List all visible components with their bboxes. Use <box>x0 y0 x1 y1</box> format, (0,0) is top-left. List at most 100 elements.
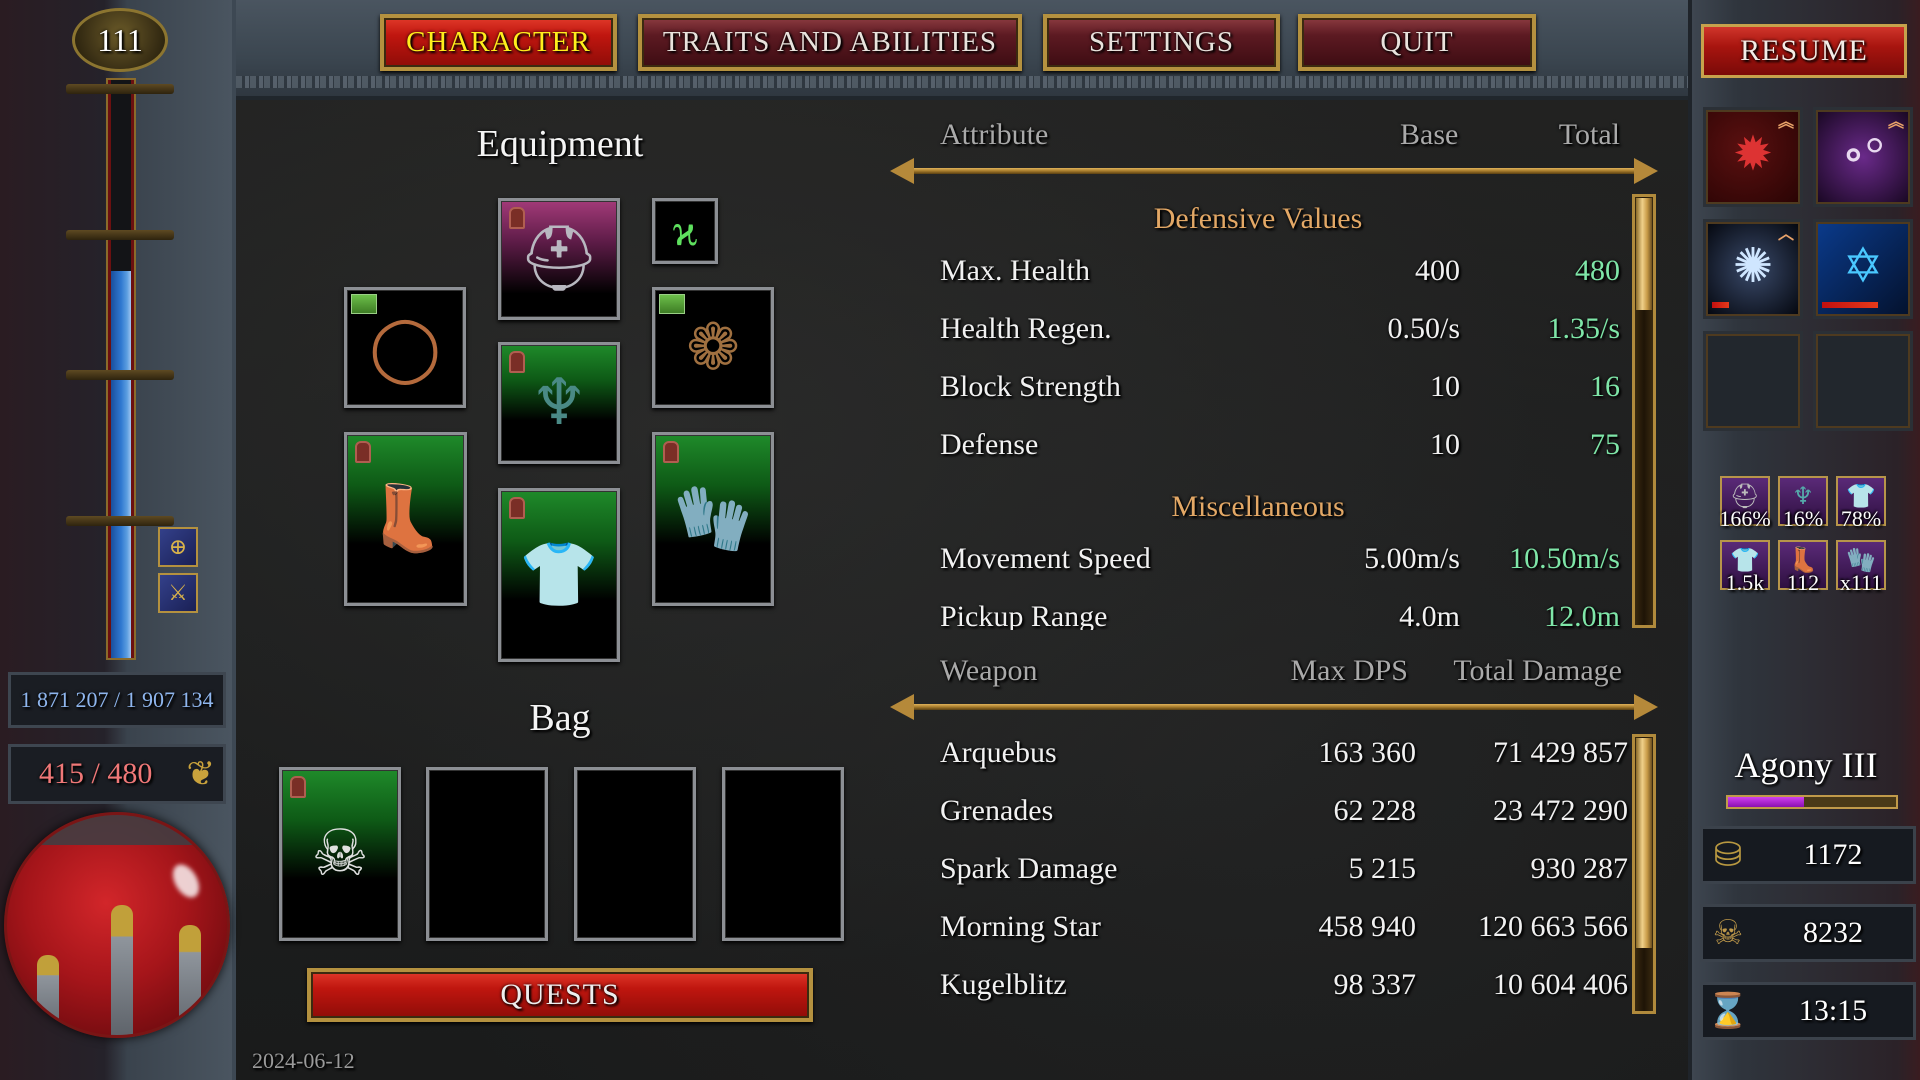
set-bonus-label: 78% <box>1840 506 1882 531</box>
lock-icon <box>509 497 525 519</box>
equipment-slot-boots[interactable]: 👢 <box>344 432 467 606</box>
attribute-base: 10 <box>1430 370 1460 403</box>
heart-icon: ❦ <box>186 756 216 793</box>
weapons-scrollbar[interactable] <box>1632 734 1656 1014</box>
skill-slot-blue-stars[interactable]: ✡ <box>1816 222 1910 316</box>
weapon-max-dps: 458 940 <box>1318 910 1417 943</box>
attribute-name: Health Regen. <box>940 312 1112 345</box>
attribute-row: Max. Health 400 480 <box>940 254 1620 294</box>
equipment-slot-gloves[interactable]: 🧤 <box>652 432 774 606</box>
attribute-total: 10.50m/s <box>1509 542 1620 575</box>
spark-burst-icon: ✺ <box>1732 240 1774 293</box>
attribute-column-header: Attribute <box>940 118 1049 151</box>
helmet-icon: ⛑ <box>518 223 600 294</box>
attribute-row: Movement Speed 5.00m/s 10.50m/s <box>940 542 1620 582</box>
equipment-slot-relic[interactable]: ϰ <box>652 198 718 264</box>
weapons-scrollbar-thumb[interactable] <box>1636 738 1652 948</box>
right-side-panel: RESUME ✹ ︽ ∘° ︽ ✺ ︿ ✡ ⛑ ♆ 👕 👕 👢 🧤 166% 1… <box>1688 0 1920 1080</box>
attribute-name: Movement Speed <box>940 542 1151 575</box>
attribute-name: Pickup Range <box>940 600 1108 630</box>
tab-settings[interactable]: SETTINGS <box>1043 14 1280 71</box>
bag-slot-4[interactable] <box>722 767 844 941</box>
attribute-base: 4.0m <box>1399 600 1460 630</box>
weapon-name: Kugelblitz <box>940 968 1067 1001</box>
new-item-icon <box>659 294 685 314</box>
bag-slot-3[interactable] <box>574 767 696 941</box>
blue-stars-icon: ✡ <box>1842 240 1884 293</box>
gold-coins-icon: ⛁ <box>1713 837 1743 874</box>
total-damage-column-header: Total Damage <box>1453 654 1622 687</box>
set-bonus-label: 166% <box>1719 506 1771 531</box>
attributes-scrollbar-thumb[interactable] <box>1636 198 1652 310</box>
morning-star-icon: ✹ <box>1732 128 1774 181</box>
lock-icon <box>290 776 306 798</box>
weapon-max-dps: 62 228 <box>1333 794 1417 827</box>
difficulty-progress-fill <box>1728 797 1804 807</box>
skull-icon: ☠ <box>1712 915 1744 952</box>
attribute-total: 12.0m <box>1544 600 1620 630</box>
gloves-icon: 🧤 <box>673 483 753 554</box>
amulet-icon: ♆ <box>530 367 588 438</box>
attribute-total: 1.35/s <box>1547 312 1620 345</box>
quests-button[interactable]: QUESTS <box>307 968 813 1022</box>
set-bonus-label: 112 <box>1786 570 1820 595</box>
header-divider <box>890 158 1658 184</box>
gold-counter: ⛁ 1172 <box>1700 826 1916 884</box>
weapon-max-dps: 98 337 <box>1333 968 1417 1001</box>
timer: ⌛ 13:15 <box>1700 982 1916 1040</box>
date-label: 2024-06-12 <box>252 1048 355 1073</box>
new-item-icon <box>351 294 377 314</box>
quit-button[interactable]: QUIT <box>1298 14 1536 71</box>
attributes-scrollbar[interactable] <box>1632 194 1656 628</box>
weapon-name: Grenades <box>940 794 1054 827</box>
equipment-slot-helmet[interactable]: ⛑ <box>498 198 620 320</box>
hourglass-icon: ⌛ <box>1706 993 1750 1030</box>
attribute-base: 400 <box>1415 254 1460 287</box>
weapon-max-dps: 5 215 <box>1348 852 1417 885</box>
bar-clamp <box>66 84 174 94</box>
attributes-list[interactable]: Defensive Values Max. Health 400 480 Hea… <box>888 190 1628 630</box>
attribute-base: 10 <box>1430 428 1460 461</box>
shield-buff-icon[interactable]: ⊕ <box>158 527 198 567</box>
group-title-miscellaneous: Miscellaneous <box>1171 490 1345 523</box>
max-dps-column-header: Max DPS <box>1290 654 1408 687</box>
set-bonus-label: x111 <box>1839 570 1883 595</box>
rank-chevron-icon: ︿ <box>1777 226 1794 243</box>
equipment-slot-left-ring[interactable]: ◯ <box>344 287 466 408</box>
tab-character[interactable]: CHARACTER <box>380 14 617 71</box>
attribute-row: Defense 10 75 <box>940 428 1620 468</box>
player-status-panel: 111 ⊕ ⚔ 1 871 207 / 1 907 134 415 / 480 … <box>0 0 236 1080</box>
tunic-icon: 👕 <box>519 539 599 610</box>
skill-slot-empty[interactable] <box>1816 334 1910 428</box>
equipment-slot-right-ring[interactable]: ❁ <box>652 287 774 408</box>
weapon-column-header: Weapon <box>940 654 1038 687</box>
level-value: 111 <box>97 21 143 58</box>
flower-ring-icon: ❁ <box>686 311 740 383</box>
bag-slot-1[interactable]: ☠ <box>279 767 401 941</box>
skill-slot-spark-burst[interactable]: ✺ ︿ <box>1706 222 1800 316</box>
weapon-name: Morning Star <box>940 910 1101 943</box>
equipment-slot-amulet[interactable]: ♆ <box>498 342 620 464</box>
health-orb <box>4 812 230 1038</box>
bar-clamp <box>66 370 174 380</box>
skill-slot-empty[interactable] <box>1706 334 1800 428</box>
boots-icon: 👢 <box>365 483 446 554</box>
orb-shine <box>167 859 205 903</box>
skull-mask-icon: ☠ <box>311 818 369 889</box>
resume-button[interactable]: RESUME <box>1701 24 1907 78</box>
skill-slot-cosmic-orbs[interactable]: ∘° ︽ <box>1816 110 1910 204</box>
kill-counter: ☠ 8232 <box>1700 904 1916 962</box>
level-badge: 111 <box>72 8 168 72</box>
lock-icon <box>355 441 371 463</box>
weapon-row: Spark Damage 5 215 930 287 <box>940 852 1628 892</box>
tab-traits-and-abilities[interactable]: TRAITS AND ABILITIES <box>638 14 1022 71</box>
skill-slot-morning-star[interactable]: ✹ ︽ <box>1706 110 1800 204</box>
attribute-total: 480 <box>1575 254 1620 287</box>
weapon-name: Spark Damage <box>940 852 1118 885</box>
difficulty-label: Agony III <box>1734 745 1878 785</box>
bag-slot-2[interactable] <box>426 767 548 941</box>
difficulty-progress-bar <box>1726 795 1898 809</box>
equipment-slot-chest[interactable]: 👕 <box>498 488 620 662</box>
sword-buff-icon[interactable]: ⚔ <box>158 573 198 613</box>
attribute-name: Block Strength <box>940 370 1121 403</box>
